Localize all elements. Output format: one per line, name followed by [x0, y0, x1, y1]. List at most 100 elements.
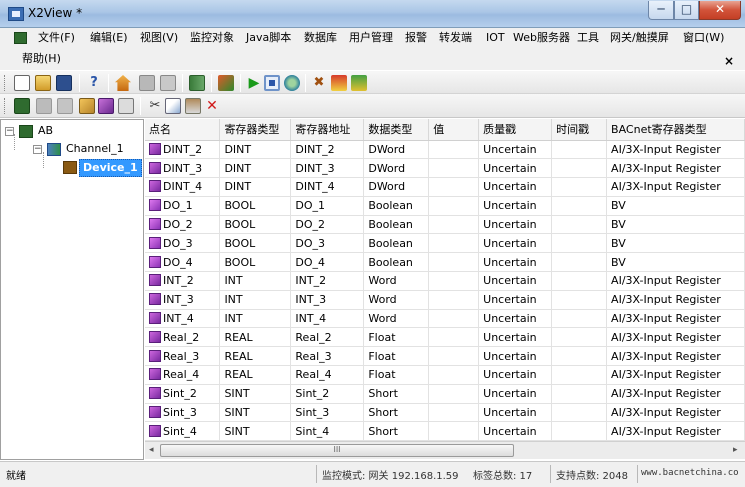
cell-timestamp[interactable] — [551, 346, 608, 367]
cell-bacnet-type[interactable]: AI/3X-Input Register — [606, 271, 745, 291]
cell-data-type[interactable]: DWord — [363, 158, 430, 179]
cell-data-type[interactable]: Float — [363, 365, 430, 385]
column-header-register-type[interactable]: 寄存器类型 — [219, 119, 292, 141]
cell-register-address[interactable]: Real_3 — [290, 346, 365, 367]
delete-a-icon[interactable] — [57, 98, 73, 114]
cell-data-type[interactable]: Word — [363, 290, 430, 310]
toolbar-grip[interactable] — [4, 75, 7, 91]
cell-tag-name[interactable]: DO_2 — [145, 215, 221, 235]
run-icon[interactable]: ▶ — [246, 75, 262, 91]
menu-monitor-object[interactable]: 监控对象 — [188, 28, 236, 48]
cell-bacnet-type[interactable]: BV — [606, 252, 745, 273]
cell-quality[interactable]: Uncertain — [478, 346, 553, 367]
cell-timestamp[interactable] — [551, 271, 608, 291]
cell-register-type[interactable]: BOOL — [219, 196, 292, 216]
cell-tag-name[interactable]: DINT_3 — [145, 158, 221, 179]
cell-register-type[interactable]: INT — [219, 290, 292, 310]
add-channel-icon[interactable] — [14, 98, 30, 114]
cell-value[interactable] — [428, 327, 480, 348]
delete-icon[interactable]: ✕ — [204, 98, 220, 114]
table-row[interactable]: Real_4 REAL Real_4 Float Uncertain AI/3X-Inpu… — [145, 365, 745, 385]
cell-value[interactable] — [428, 196, 480, 216]
cell-tag-name[interactable]: DO_4 — [145, 252, 221, 273]
cell-register-address[interactable]: DO_2 — [290, 215, 365, 235]
cell-register-type[interactable]: SINT — [219, 403, 292, 423]
cell-timestamp[interactable] — [551, 421, 608, 441]
menu-gateway-touchscreen[interactable]: 网关/触摸屏 — [608, 28, 671, 48]
open-icon[interactable] — [35, 75, 51, 91]
cell-register-address[interactable]: DO_1 — [290, 196, 365, 216]
cell-data-type[interactable]: Short — [363, 403, 430, 423]
cell-data-type[interactable]: Float — [363, 327, 430, 348]
cell-timestamp[interactable] — [551, 215, 608, 235]
tools-icon[interactable]: ✖ — [311, 75, 327, 91]
cell-data-type[interactable]: Short — [363, 421, 430, 441]
cell-quality[interactable]: Uncertain — [478, 421, 553, 441]
table-row[interactable]: Sint_4 SINT Sint_4 Short Uncertain AI/3X-Inpu… — [145, 421, 745, 441]
collapse-toggle-icon[interactable]: − — [33, 145, 42, 154]
menu-help[interactable]: 帮助(H) — [20, 49, 63, 69]
cell-timestamp[interactable] — [551, 365, 608, 385]
add-multi-icon[interactable] — [98, 98, 114, 114]
table-row[interactable]: Real_3 REAL Real_3 Float Uncertain AI/3X-Inpu… — [145, 346, 745, 367]
cell-value[interactable] — [428, 215, 480, 235]
cell-register-type[interactable]: SINT — [219, 421, 292, 441]
cell-register-type[interactable]: DINT — [219, 158, 292, 179]
cell-register-type[interactable]: BOOL — [219, 233, 292, 254]
scroll-thumb[interactable]: III — [160, 444, 514, 457]
cell-quality[interactable]: Uncertain — [478, 177, 553, 197]
table-row[interactable]: DO_4 BOOL DO_4 Boolean Uncertain BV — [145, 252, 745, 273]
cell-quality[interactable]: Uncertain — [478, 158, 553, 179]
menu-web-server[interactable]: Web服务器 — [511, 28, 572, 48]
cell-register-address[interactable]: Sint_4 — [290, 421, 365, 441]
menu-view[interactable]: 视图(V) — [138, 28, 180, 48]
cell-bacnet-type[interactable]: AI/3X-Input Register — [606, 365, 745, 385]
cell-register-type[interactable]: DINT — [219, 177, 292, 197]
cell-tag-name[interactable]: DINT_4 — [145, 177, 221, 197]
cell-tag-name[interactable]: DINT_2 — [145, 140, 221, 160]
export-icon[interactable] — [189, 75, 205, 91]
column-header-timestamp[interactable]: 时间戳 — [551, 119, 608, 141]
cell-value[interactable] — [428, 252, 480, 273]
cell-register-type[interactable]: REAL — [219, 327, 292, 348]
cell-timestamp[interactable] — [551, 140, 608, 160]
cell-data-type[interactable]: Boolean — [363, 196, 430, 216]
cell-timestamp[interactable] — [551, 309, 608, 329]
cell-timestamp[interactable] — [551, 252, 608, 273]
table-row[interactable]: Sint_3 SINT Sint_3 Short Uncertain AI/3X-Inpu… — [145, 403, 745, 423]
column-header-quality[interactable]: 质量戳 — [478, 119, 553, 141]
table-row[interactable]: DO_2 BOOL DO_2 Boolean Uncertain BV — [145, 215, 745, 235]
cell-quality[interactable]: Uncertain — [478, 327, 553, 348]
cell-bacnet-type[interactable]: AI/3X-Input Register — [606, 421, 745, 441]
new-icon[interactable] — [14, 75, 30, 91]
cell-quality[interactable]: Uncertain — [478, 309, 553, 329]
cell-value[interactable] — [428, 158, 480, 179]
cell-register-address[interactable]: DO_4 — [290, 252, 365, 273]
cell-value[interactable] — [428, 365, 480, 385]
cell-tag-name[interactable]: Sint_3 — [145, 403, 221, 423]
cell-timestamp[interactable] — [551, 177, 608, 197]
cell-bacnet-type[interactable]: AI/3X-Input Register — [606, 327, 745, 348]
table-row[interactable]: DINT_4 DINT DINT_4 DWord Uncertain AI/3X-Inpu… — [145, 177, 745, 197]
paste-icon[interactable] — [185, 98, 201, 114]
cell-bacnet-type[interactable]: BV — [606, 196, 745, 216]
cell-register-type[interactable]: INT — [219, 271, 292, 291]
cell-data-type[interactable]: Word — [363, 309, 430, 329]
table-row[interactable]: DINT_3 DINT DINT_3 DWord Uncertain AI/3X-Inpu… — [145, 158, 745, 179]
cell-quality[interactable]: Uncertain — [478, 271, 553, 291]
menu-forwarder[interactable]: 转发端 — [437, 28, 474, 48]
add-device-icon[interactable] — [36, 98, 52, 114]
close-button[interactable]: ✕ — [699, 1, 741, 20]
cell-bacnet-type[interactable]: AI/3X-Input Register — [606, 403, 745, 423]
cell-tag-name[interactable]: INT_4 — [145, 309, 221, 329]
column-header-bacnet-type[interactable]: BACnet寄存器类型 — [606, 119, 745, 141]
cell-tag-name[interactable]: Real_3 — [145, 346, 221, 367]
cell-data-type[interactable]: Float — [363, 346, 430, 367]
table-row[interactable]: INT_3 INT INT_3 Word Uncertain AI/3X-Input Re… — [145, 290, 745, 310]
cell-value[interactable] — [428, 290, 480, 310]
refresh-icon[interactable] — [284, 75, 300, 91]
minimize-button[interactable]: ─ — [648, 1, 674, 20]
toolbar-grip[interactable] — [4, 98, 7, 114]
cell-quality[interactable]: Uncertain — [478, 140, 553, 160]
title-bar[interactable]: X2View * ─ □ ✕ — [0, 0, 745, 28]
